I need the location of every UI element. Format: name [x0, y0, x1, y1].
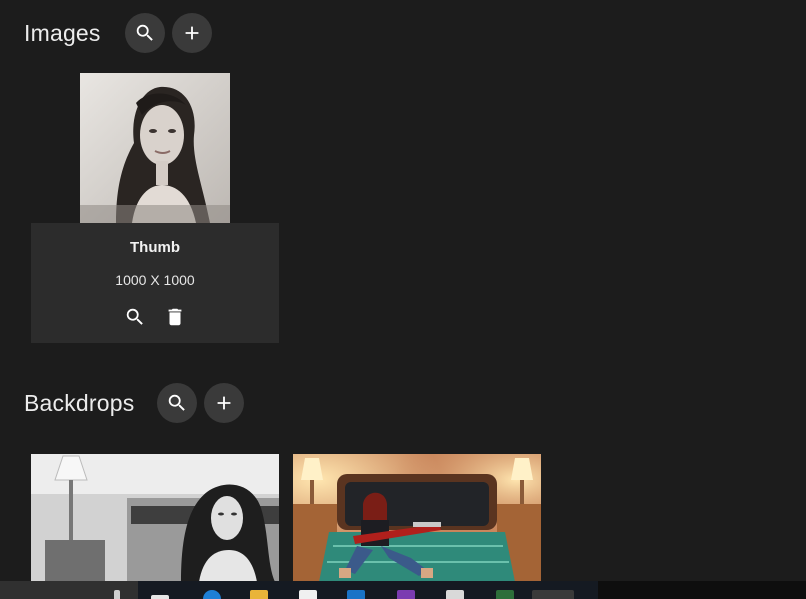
card-title: Thumb — [130, 239, 180, 256]
delete-image-button[interactable] — [164, 306, 186, 328]
backdrop-image-1[interactable] — [31, 454, 279, 582]
backdrop-image-2[interactable] — [293, 454, 541, 582]
view-image-button[interactable] — [124, 306, 146, 328]
thumb-portrait-image — [80, 73, 230, 223]
images-title: Images — [24, 19, 101, 46]
thumb-card-footer: Thumb 1000 X 1000 — [31, 223, 279, 343]
search-icon — [136, 24, 153, 41]
images-search-button[interactable] — [124, 13, 165, 53]
add-icon — [218, 396, 231, 410]
delete-icon — [168, 308, 182, 326]
windows-taskbar — [0, 581, 806, 599]
app-icon[interactable] — [496, 590, 514, 599]
images-add-button[interactable] — [171, 13, 212, 53]
outlook-icon[interactable] — [347, 590, 365, 599]
search-icon — [126, 308, 143, 325]
taskbar-right-zone — [598, 581, 806, 599]
image-dimensions: 1000 X 1000 — [115, 272, 195, 288]
onenote-icon[interactable] — [397, 590, 415, 599]
thumb-image-card: Thumb 1000 X 1000 — [31, 73, 279, 343]
add-icon — [185, 26, 199, 40]
backdrops-add-button[interactable] — [204, 383, 245, 423]
backdrop-color-image — [293, 454, 541, 582]
images-section-header: Images — [24, 13, 212, 53]
app-icon[interactable] — [446, 590, 464, 599]
thumb-image[interactable] — [80, 73, 230, 223]
search-icon — [169, 394, 186, 411]
app-icon[interactable] — [532, 590, 574, 599]
search-icon[interactable] — [114, 590, 120, 599]
backdrops-search-button[interactable] — [157, 383, 198, 423]
backdrop-bw-image — [31, 454, 279, 582]
backdrops-title: Backdrops — [24, 389, 135, 416]
backdrops-section-header: Backdrops — [24, 383, 245, 423]
task-view-icon[interactable] — [151, 595, 169, 599]
card-actions — [31, 306, 279, 328]
file-explorer-icon[interactable] — [250, 590, 268, 599]
store-icon[interactable] — [299, 590, 317, 599]
